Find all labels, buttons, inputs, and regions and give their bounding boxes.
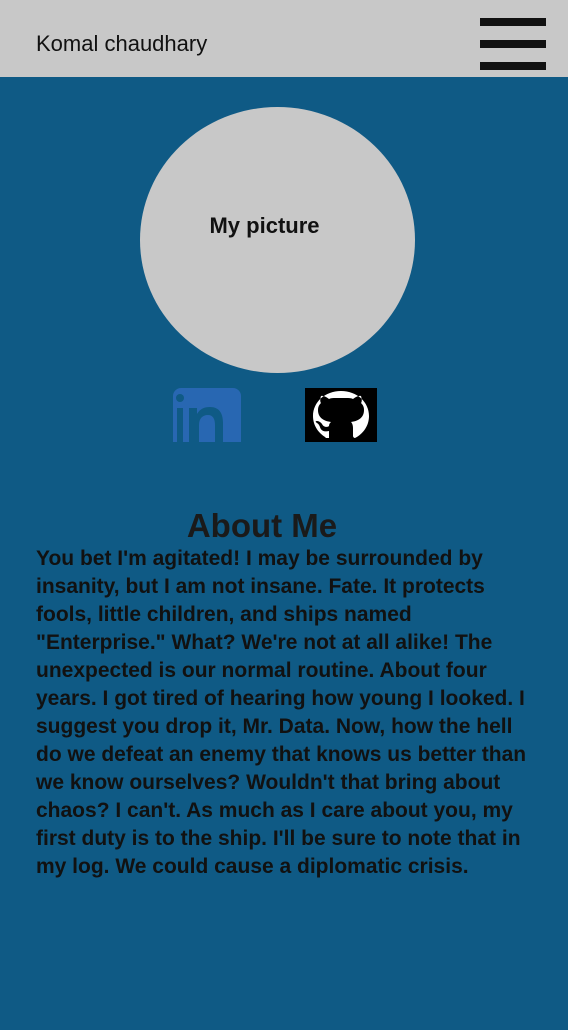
brand-name[interactable]: Komal chaudhary (36, 30, 207, 58)
profile-picture-placeholder: My picture (140, 107, 415, 373)
linkedin-link[interactable] (173, 388, 241, 442)
about-heading: About Me (186, 507, 338, 545)
github-link[interactable] (305, 388, 377, 442)
hamburger-menu-button[interactable] (480, 18, 546, 70)
github-icon (305, 388, 377, 442)
linkedin-icon (173, 388, 241, 442)
about-paragraph: You bet I'm agitated! I may be surrounde… (36, 547, 527, 878)
profile-picture-label: My picture (209, 213, 320, 238)
top-header: Komal chaudhary (0, 0, 568, 77)
